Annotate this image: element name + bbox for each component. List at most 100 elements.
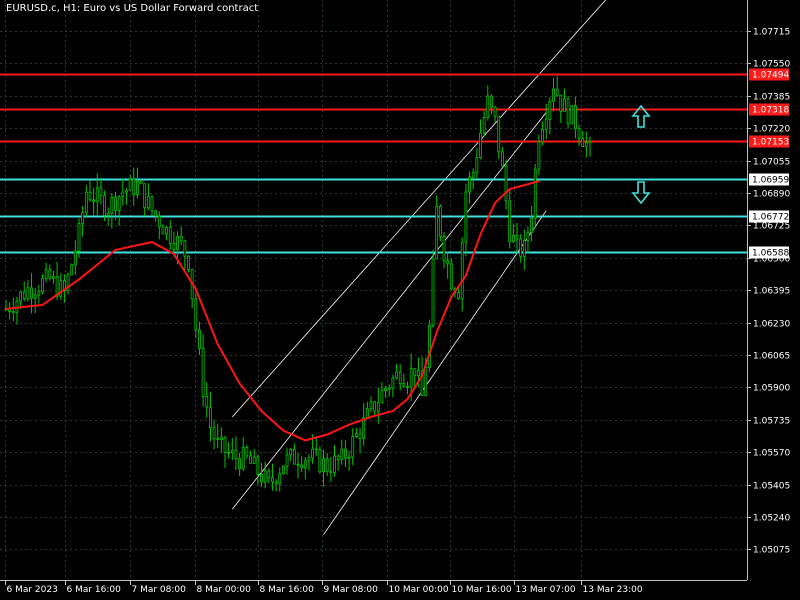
- candle-body: [351, 436, 355, 458]
- candle-body: [325, 458, 329, 472]
- candle-body: [187, 255, 190, 270]
- candle-body: [570, 105, 574, 125]
- candle-body: [486, 95, 490, 118]
- candle-body: [48, 269, 52, 279]
- candle-body: [329, 470, 333, 473]
- candle-body: [559, 94, 563, 112]
- candle-body: [537, 141, 541, 170]
- price-tick-label: 1.05240: [753, 514, 790, 524]
- time-tick-label: 9 Mar 08:00: [324, 585, 379, 595]
- candle-body: [354, 433, 358, 438]
- candle-body: [263, 470, 267, 483]
- candle-body: [267, 470, 271, 479]
- candle-body: [52, 276, 55, 279]
- candle-body: [391, 377, 395, 389]
- candle-body: [223, 436, 227, 454]
- candle-body: [533, 168, 537, 219]
- price-chart[interactable]: 1.07715 1.07550 1.07385 1.07220 1.07055 1.068…: [0, 0, 800, 600]
- candle-body: [205, 395, 209, 408]
- candle-body: [541, 129, 544, 143]
- candle-body: [581, 138, 585, 148]
- candle-body: [157, 215, 161, 228]
- candle-body: [365, 408, 369, 419]
- time-tick-label: 6 Mar 2023: [7, 585, 58, 595]
- candle-body: [413, 368, 417, 377]
- candle-body: [11, 311, 15, 314]
- price-tick-label: 1.07220: [753, 125, 790, 135]
- level-price-label: 1.07318: [752, 106, 789, 116]
- candle-body: [176, 236, 179, 251]
- candle-body: [446, 259, 450, 265]
- candle-body: [135, 180, 139, 196]
- candle-body: [347, 456, 351, 459]
- time-tick-label: 10 Mar 16:00: [452, 585, 512, 595]
- price-tick-label: 1.07055: [753, 158, 790, 168]
- candle-body: [117, 195, 121, 211]
- time-tick-label: 6 Mar 16:00: [67, 585, 122, 595]
- candle-body: [376, 402, 380, 412]
- candle-body: [362, 417, 366, 439]
- candle-body: [30, 287, 33, 299]
- candle-body: [511, 234, 515, 243]
- candle-body: [468, 176, 471, 193]
- time-tick-label: 8 Mar 16:00: [260, 585, 315, 595]
- candle-body: [387, 387, 391, 390]
- candle-body: [460, 241, 464, 299]
- candle-body: [216, 438, 220, 440]
- candle-body: [482, 117, 486, 134]
- chart-title: EURUSD.c, H1: Euro vs US Dollar Forward …: [6, 3, 259, 14]
- candle-body: [358, 433, 362, 439]
- level-price-label: 1.06772: [752, 213, 789, 223]
- candle-body: [194, 298, 198, 331]
- candle-body: [99, 187, 103, 197]
- candle-body: [442, 235, 446, 261]
- price-tick-label: 1.05405: [753, 482, 790, 492]
- level-price-label: 1.07494: [752, 71, 789, 81]
- candle-body: [544, 118, 548, 130]
- candle-body: [322, 458, 325, 473]
- candle-body: [438, 205, 442, 237]
- candle-body: [395, 371, 398, 379]
- candle-body: [22, 291, 26, 300]
- price-tick-label: 1.05900: [753, 384, 790, 394]
- candle-body: [37, 291, 41, 296]
- candle-body: [406, 385, 409, 388]
- price-tick-label: 1.07550: [753, 60, 790, 70]
- candle-body: [179, 236, 183, 242]
- candle-body: [490, 95, 493, 108]
- candle-body: [369, 401, 373, 410]
- candle-body: [19, 291, 23, 302]
- candle-body: [110, 196, 114, 214]
- time-tick-label: 13 Mar 07:00: [516, 585, 576, 595]
- candle-body: [336, 455, 340, 460]
- candle-body: [44, 269, 48, 280]
- candle-body: [435, 205, 439, 260]
- candle-body: [530, 218, 533, 233]
- candle-body: [457, 292, 461, 299]
- candle-body: [260, 474, 263, 483]
- candle-body: [464, 191, 468, 243]
- candle-body: [77, 223, 81, 252]
- candle-body: [409, 368, 413, 388]
- candle-body: [70, 264, 74, 276]
- time-tick-label: 13 Mar 23:00: [583, 585, 643, 595]
- candle-body: [183, 240, 187, 257]
- candle-body: [271, 477, 274, 483]
- candle-body: [95, 187, 99, 203]
- candle-body: [212, 427, 216, 439]
- time-axis[interactable]: 6 Mar 2023 6 Mar 16:00 7 Mar 08:00 8 Mar 00…: [5, 580, 643, 595]
- candle-body: [424, 366, 428, 396]
- candle-body: [154, 210, 158, 217]
- time-tick-label: 8 Mar 00:00: [197, 585, 252, 595]
- price-tick-label: 1.06230: [753, 320, 790, 330]
- time-tick-label: 7 Mar 08:00: [132, 585, 187, 595]
- candle-body: [106, 213, 110, 216]
- candle-body: [300, 464, 304, 469]
- price-tick-label: 1.06890: [753, 190, 790, 200]
- candle-body: [161, 226, 165, 235]
- candle-body: [548, 100, 552, 120]
- candle-body: [515, 234, 519, 240]
- candle-body: [402, 383, 406, 387]
- candle-body: [314, 448, 318, 451]
- candle-body: [427, 325, 431, 368]
